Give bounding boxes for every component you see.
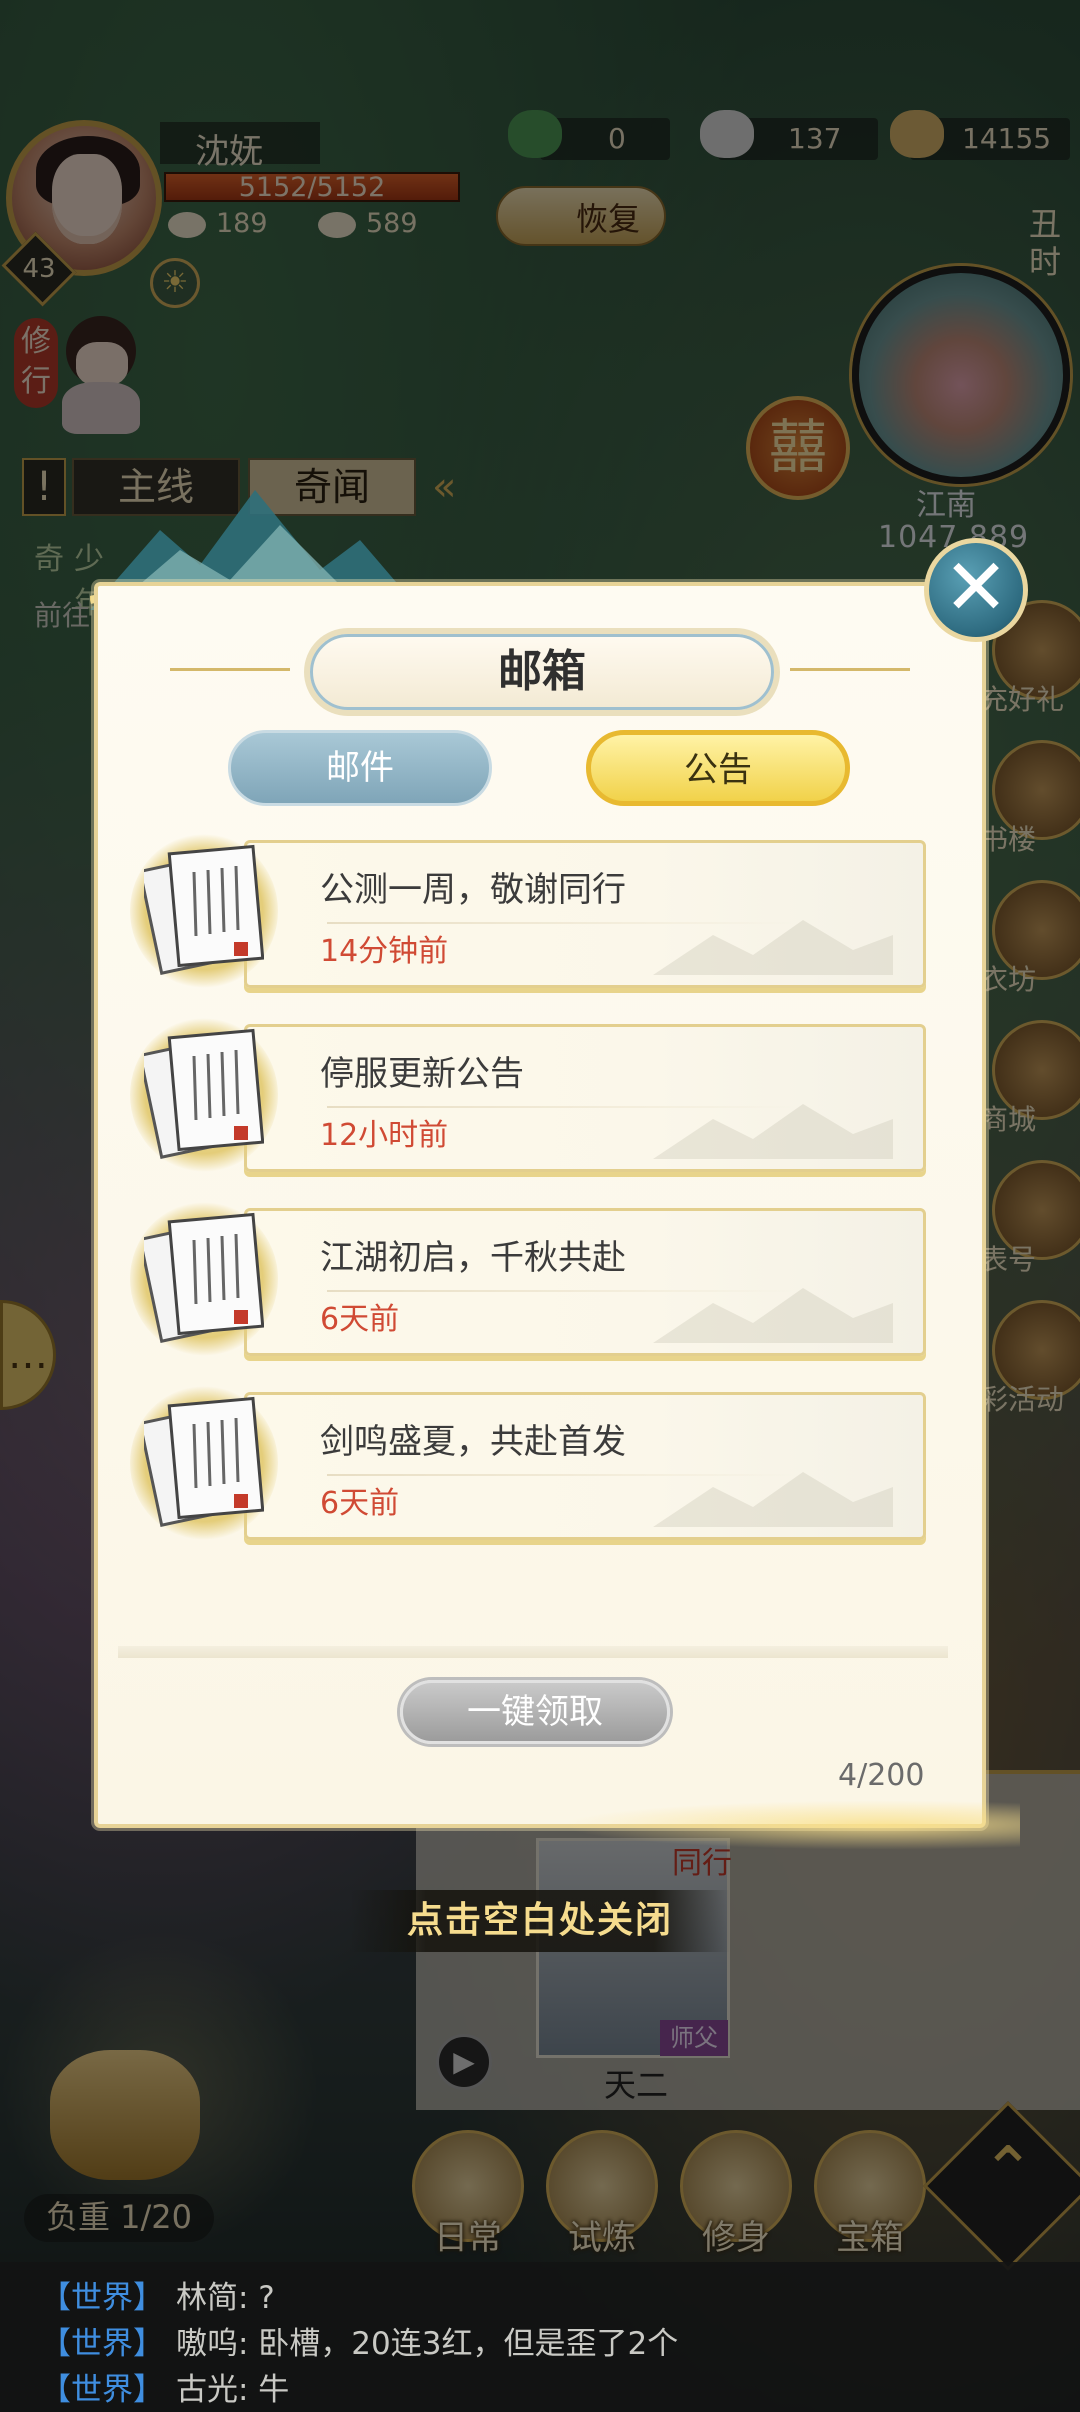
chat-line: 【世界】 林简: ? (40, 2272, 275, 2317)
title-ornament-right (790, 668, 910, 671)
list-footer-divider (118, 1646, 948, 1658)
card-mountain-deco (653, 1104, 893, 1159)
gold-swirl-deco (560, 1800, 1020, 1850)
notice-time: 6天前 (320, 1302, 400, 1337)
notice-title: 江湖初启，千秋共赴 (320, 1238, 626, 1278)
claim-all-button[interactable]: 一键领取 (400, 1680, 670, 1744)
notice-title: 公测一周，敬谢同行 (320, 870, 626, 910)
card-divider (327, 1474, 797, 1476)
chat-line: 【世界】 嗷呜: 卧槽，20连3红，但是歪了2个 (40, 2318, 678, 2363)
scroll-letter-icon (144, 1212, 264, 1343)
chat-channel: 【世界】 (40, 2326, 164, 2362)
title-ornament-left (170, 668, 290, 671)
tab-notice[interactable]: 公告 (586, 730, 850, 806)
scroll-letter-icon (144, 1396, 264, 1527)
notice-item[interactable]: 停服更新公告 12小时前 (130, 1018, 940, 1172)
notice-time: 12小时前 (320, 1118, 449, 1153)
card-divider (327, 1290, 797, 1292)
tab-mail[interactable]: 邮件 (228, 730, 492, 806)
chat-message: 古光: 牛 (176, 2372, 290, 2408)
notice-title: 停服更新公告 (320, 1054, 524, 1094)
world-chat-log[interactable]: 【世界】 林简: ? 【世界】 嗷呜: 卧槽，20连3红，但是歪了2个 【世界】 古光… (0, 2262, 1080, 2412)
mail-count: 4/200 (838, 1758, 925, 1793)
chat-channel: 【世界】 (40, 2372, 164, 2408)
card-mountain-deco (653, 1472, 893, 1527)
scroll-letter-icon (144, 1028, 264, 1159)
notice-item[interactable]: 江湖初启，千秋共赴 6天前 (130, 1202, 940, 1356)
chat-line: 【世界】 古光: 牛 (40, 2364, 289, 2409)
card-divider (327, 1106, 797, 1108)
notice-time: 14分钟前 (320, 934, 449, 969)
card-divider (327, 922, 797, 924)
chat-message: 林简: ? (176, 2280, 275, 2316)
mailbox-title: 邮箱 (498, 646, 586, 697)
tap-to-close-hint[interactable]: 点击空白处关闭 (350, 1890, 730, 1952)
chat-message: 嗷呜: 卧槽，20连3红，但是歪了2个 (176, 2326, 679, 2362)
notice-item[interactable]: 公测一周，敬谢同行 14分钟前 (130, 834, 940, 988)
close-button[interactable]: ✕ (924, 538, 1028, 642)
notice-time: 6天前 (320, 1486, 400, 1521)
notice-title: 剑鸣盛夏，共赴首发 (320, 1422, 626, 1462)
chat-channel: 【世界】 (40, 2280, 164, 2316)
notice-item[interactable]: 剑鸣盛夏，共赴首发 6天前 (130, 1386, 940, 1540)
scroll-letter-icon (144, 844, 264, 975)
card-mountain-deco (653, 1288, 893, 1343)
card-mountain-deco (653, 920, 893, 975)
